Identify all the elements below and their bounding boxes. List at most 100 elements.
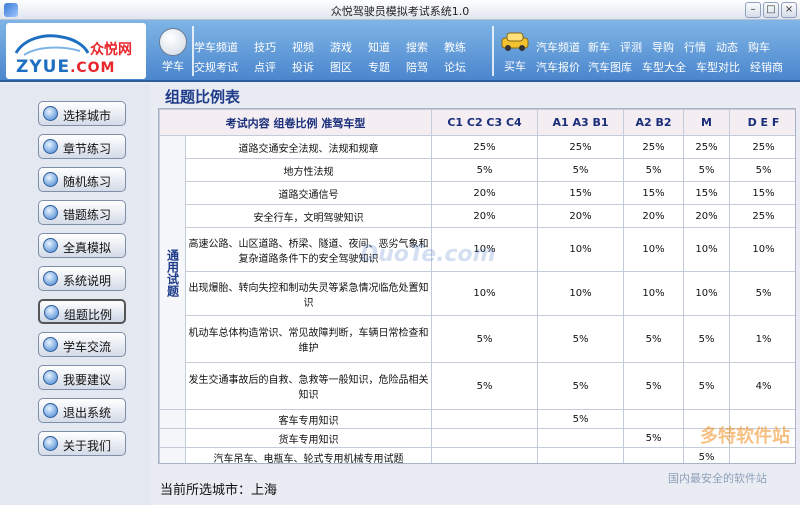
maximize-button[interactable]: □ (763, 2, 779, 18)
window-title: 众悦驾驶员模拟考试系统1.0 (330, 5, 470, 18)
ratio-cell: 5% (683, 315, 731, 363)
ratio-cell: 5% (729, 271, 795, 316)
nav-link-tips[interactable]: 技巧 (254, 39, 276, 55)
nav-link-test[interactable]: 评测 (620, 39, 642, 55)
maiche-car-icon[interactable]: 买车 (496, 24, 534, 76)
table-row: 汽车吊车、电瓶车、轮式专用机械专用试题 5% (159, 447, 795, 463)
close-button[interactable]: × (781, 2, 797, 18)
table-row: 安全行车，文明驾驶知识 20% 20% 20% 20% 25% (160, 204, 795, 228)
logo-en-text: ZYUE.COM (16, 57, 116, 77)
watermark-slogan: 国内最安全的软件站 (668, 472, 767, 485)
nav-link-price[interactable]: 汽车报价 (536, 59, 580, 75)
car-logo-icon (14, 34, 90, 56)
ratio-cell: 10% (623, 271, 685, 316)
row-content: 机动车总体构造常识、常见故障判断，车辆日常检查和维护 (184, 315, 433, 363)
sidebar-item-system-info[interactable]: 系统说明 (38, 266, 126, 291)
ratio-cell: 10% (729, 227, 795, 272)
ratio-cell: 15% (683, 181, 731, 205)
ratio-cell (537, 447, 625, 463)
xueche-steering-icon[interactable]: 学车 (154, 24, 192, 76)
ratio-cell: 20% (623, 204, 685, 228)
nav-link-coach[interactable]: 教练 (444, 39, 466, 55)
ratio-cell (623, 409, 685, 429)
ratio-cell: 20% (431, 204, 539, 228)
sidebar-item-learner-chat[interactable]: 学车交流 (38, 332, 126, 357)
sidebar-item-exit[interactable]: 退出系统 (38, 398, 126, 423)
nav-link-dealer[interactable]: 经销商 (750, 59, 783, 75)
ratio-cell: 20% (537, 204, 625, 228)
nav-link-models[interactable]: 车型大全 (642, 59, 686, 75)
row-lead-cell (159, 409, 186, 429)
about-icon (43, 436, 58, 451)
sidebar-item-random-practice[interactable]: 随机练习 (38, 167, 126, 192)
sidebar-item-chapter-practice[interactable]: 章节练习 (38, 134, 126, 159)
nav-link-car-gallery[interactable]: 汽车图库 (588, 59, 632, 75)
row-lead-cell (159, 447, 186, 463)
ratio-table: 考试内容 组卷比例 准驾车型 C1 C2 C3 C4 A1 A3 B1 A2 B… (159, 109, 795, 463)
row-content: 安全行车，文明驾驶知识 (184, 204, 433, 228)
nav-link-search[interactable]: 搜索 (406, 39, 428, 55)
sidebar-item-question-ratio[interactable]: 组题比例 (38, 299, 126, 324)
sidebar-item-about[interactable]: 关于我们 (38, 431, 126, 456)
nav-link-guide[interactable]: 导购 (652, 39, 674, 55)
nav-link-video[interactable]: 视频 (292, 39, 314, 55)
ratio-cell: 10% (623, 227, 685, 272)
header-content: 考试内容 组卷比例 准驾车型 (159, 109, 433, 136)
nav-link-new-car[interactable]: 新车 (588, 39, 610, 55)
nav-link-complaint[interactable]: 投诉 (292, 59, 314, 75)
ratio-cell: 5% (623, 362, 685, 410)
nav-link-peijia[interactable]: 陪驾 (406, 59, 428, 75)
nav-link-buy[interactable]: 购车 (748, 39, 770, 55)
logo[interactable]: 众悦网 ZYUE.COM (6, 23, 146, 79)
ratio-cell (431, 428, 539, 448)
ratio-cell: 5% (537, 409, 625, 429)
ratio-cell: 5% (537, 362, 625, 410)
row-lead-cell (159, 428, 186, 448)
category-label: 通用试题 (165, 248, 180, 297)
header-c1-c4: C1 C2 C3 C4 (431, 109, 539, 136)
nav-link-market[interactable]: 行情 (684, 39, 706, 55)
ratio-table-panel: 考试内容 组卷比例 准驾车型 C1 C2 C3 C4 A1 A3 B1 A2 B… (158, 108, 796, 464)
header-a1-a3-b1: A1 A3 B1 (537, 109, 625, 136)
ratio-cell: 10% (537, 227, 625, 272)
nav-link-topics[interactable]: 专题 (368, 59, 390, 75)
row-content: 货车专用知识 (184, 428, 433, 448)
sidebar-item-select-city[interactable]: 选择城市 (38, 101, 126, 126)
nav-link-news[interactable]: 动态 (716, 39, 738, 55)
ratio-cell: 5% (537, 315, 625, 363)
page-title: 组题比例表 (165, 88, 241, 106)
header-banner: 众悦网 ZYUE.COM 学车 学车频道 技巧 视频 游戏 知道 搜索 教练 交… (0, 20, 800, 82)
nav-link-games[interactable]: 游戏 (330, 39, 352, 55)
nav-link-gallery[interactable]: 图区 (330, 59, 352, 75)
ratio-cell (729, 447, 795, 463)
table-row: 道路交通信号 20% 15% 15% 15% 15% (160, 181, 795, 205)
minimize-button[interactable]: – (745, 2, 761, 18)
info-icon (43, 271, 58, 286)
table-row: 地方性法规 5% 5% 5% 5% 5% (160, 158, 795, 182)
exit-icon (43, 403, 58, 418)
table-header-row: 考试内容 组卷比例 准驾车型 C1 C2 C3 C4 A1 A3 B1 A2 B… (159, 109, 795, 136)
chat-icon (43, 337, 58, 352)
ratio-cell: 4% (729, 362, 795, 410)
nav-link-forum[interactable]: 论坛 (444, 59, 466, 75)
sidebar-item-suggestion[interactable]: 我要建议 (38, 365, 126, 390)
ratio-cell: 25% (537, 135, 625, 159)
ratio-cell: 5% (683, 158, 731, 182)
nav-link-car-channel[interactable]: 汽车频道 (536, 39, 580, 55)
sidebar-item-wrong-practice[interactable]: 错题练习 (38, 200, 126, 225)
title-bar: 众悦驾驶员模拟考试系统1.0 – □ × (0, 0, 800, 20)
nav-link-zhidao[interactable]: 知道 (368, 39, 390, 55)
home-icon (43, 106, 58, 121)
ratio-cell (537, 428, 625, 448)
ratio-cell: 10% (537, 271, 625, 316)
ratio-cell: 25% (623, 135, 685, 159)
nav-link-traffic-exam[interactable]: 交规考试 (194, 59, 238, 75)
table-row: 发生交通事故后的自救、急救等一般知识，危险品相关知识 5% 5% 5% 5% 4% (160, 362, 795, 410)
nav-link-xueche-channel[interactable]: 学车频道 (194, 39, 238, 55)
sidebar-item-mock-exam[interactable]: 全真模拟 (38, 233, 126, 258)
ratio-cell: 25% (431, 135, 539, 159)
row-content: 道路交通信号 (184, 181, 433, 205)
nav-link-compare[interactable]: 车型对比 (696, 59, 740, 75)
current-city-status: 当前所选城市：上海 (160, 483, 278, 498)
nav-link-review[interactable]: 点评 (254, 59, 276, 75)
